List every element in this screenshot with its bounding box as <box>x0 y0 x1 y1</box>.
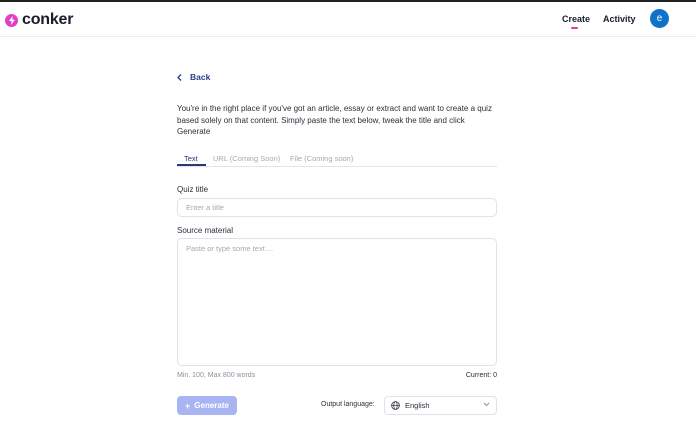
word-counter: Current: 0 <box>465 372 497 379</box>
generate-label: Generate <box>194 401 229 410</box>
top-nav-bar: conker Create Activity e <box>0 2 696 37</box>
back-label: Back <box>190 72 211 82</box>
tab-file[interactable]: File (Coming soon) <box>290 154 353 163</box>
tab-url[interactable]: URL (Coming Soon) <box>213 154 280 163</box>
quiz-title-label: Quiz title <box>177 185 209 194</box>
plus-icon: + <box>185 400 191 411</box>
nav-active-indicator <box>571 27 578 29</box>
source-tabs: Text URL (Coming Soon) File (Coming soon… <box>177 152 497 167</box>
output-language-select[interactable]: English <box>384 396 497 415</box>
back-link[interactable]: Back <box>177 72 210 82</box>
brand-name: conker <box>22 11 74 28</box>
generate-button[interactable]: + Generate <box>177 396 237 415</box>
lightning-icon <box>5 13 18 27</box>
globe-icon <box>391 401 400 410</box>
output-language-label: Output language: <box>321 401 375 408</box>
user-avatar[interactable]: e <box>650 9 669 28</box>
source-material-textarea[interactable]: Paste or type some text ... <box>177 238 497 366</box>
tab-text[interactable]: Text <box>184 154 198 163</box>
nav-create[interactable]: Create <box>562 14 590 24</box>
word-limit-hint: Min. 100, Max 800 words <box>177 372 256 379</box>
intro-text: You're in the right place if you've got … <box>177 104 492 136</box>
nav-activity[interactable]: Activity <box>603 14 636 24</box>
quiz-title-input[interactable]: Enter a title <box>177 198 497 217</box>
brand-logo[interactable]: conker <box>5 11 73 29</box>
source-material-label: Source material <box>177 226 234 235</box>
selected-language: English <box>405 401 430 410</box>
chevron-down-icon <box>483 402 490 407</box>
active-tab-indicator <box>177 164 206 166</box>
chevron-left-icon <box>177 73 182 81</box>
